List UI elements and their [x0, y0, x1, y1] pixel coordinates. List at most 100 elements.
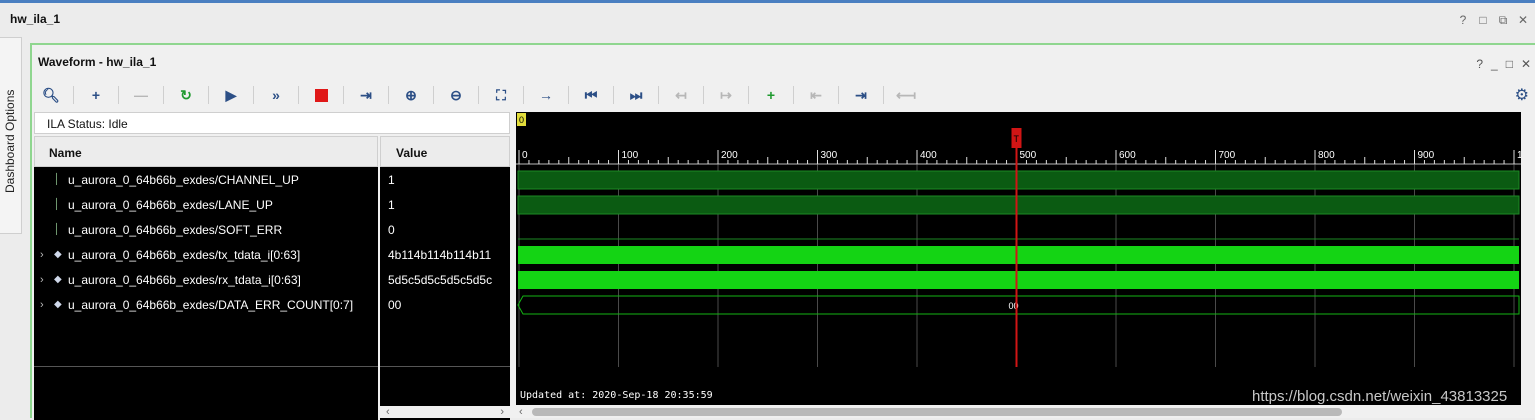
signal-value-row[interactable]: 1: [380, 192, 510, 217]
ruler-label: 600: [1119, 150, 1136, 161]
signal-value-row[interactable]: 1: [380, 167, 510, 192]
waveform-panel-title: Waveform - hw_ila_1: [38, 55, 157, 69]
value-horizontal-scrollbar[interactable]: ‹ ›: [380, 406, 510, 418]
bit-signal-icon: │: [54, 174, 61, 185]
chevron-right-icon[interactable]: ›: [40, 249, 54, 261]
signal-value: 4b114b114b114b11: [388, 247, 492, 262]
signal-name-column: Name │ u_aurora_0_64b66b_exdes/CHANNEL_UP…: [34, 136, 378, 420]
signal-row[interactable]: › ◆ u_aurora_0_64b66b_exdes/DATA_ERR_COUNT…: [34, 292, 378, 317]
zoom-fit-icon[interactable]: ⛶: [488, 84, 514, 106]
restore-icon[interactable]: □: [1477, 13, 1489, 28]
ruler-label: 400: [920, 150, 937, 161]
signal-name: u_aurora_0_64b66b_exdes/LANE_UP: [68, 197, 273, 212]
ruler-label: 100: [622, 150, 639, 161]
go-to-start-icon[interactable]: ⏮: [578, 84, 604, 106]
add-marker-icon[interactable]: +: [758, 84, 784, 106]
bus-signal-icon: ◆: [54, 299, 62, 310]
bus-signal-icon: ◆: [54, 274, 62, 285]
float-icon[interactable]: ⧉: [1497, 13, 1509, 28]
ruler-label: 700: [1219, 150, 1236, 161]
waveform-horizontal-scrollbar[interactable]: ‹: [516, 406, 1521, 418]
waveform-svg[interactable]: 01002003004005006007008009001,0T00: [516, 112, 1521, 405]
bus-waveform: [518, 271, 1519, 289]
name-column-header[interactable]: Name: [34, 136, 378, 167]
start-marker-label: 0: [519, 115, 524, 125]
signal-value-list: 1 1 0 4b114b114b114b11 5d5c5d5c5d5c5d5c 00: [380, 167, 510, 317]
previous-marker-icon[interactable]: ⇤: [803, 84, 829, 106]
ruler-label: 300: [821, 150, 838, 161]
minimize-icon[interactable]: _: [1491, 57, 1498, 71]
panel-controls: ? _ □ ✕: [1476, 57, 1531, 71]
outer-window-titlebar: hw_ila_1 ? □ ⧉ ✕: [0, 0, 1535, 37]
chevron-right-icon[interactable]: ›: [40, 299, 54, 311]
help-icon[interactable]: ?: [1476, 57, 1483, 71]
chevron-right-icon[interactable]: ›: [40, 274, 54, 286]
signal-value: 1: [388, 197, 395, 212]
close-icon[interactable]: ✕: [1517, 13, 1529, 28]
go-to-cursor-icon[interactable]: →: [533, 84, 559, 106]
ruler-label: 1,: [1517, 150, 1521, 161]
close-icon[interactable]: ✕: [1521, 57, 1531, 71]
settings-icon[interactable]: ⚙: [1515, 85, 1529, 105]
outer-window-controls: ? □ ⧉ ✕: [1457, 13, 1529, 28]
run-trigger-icon[interactable]: ▶: [218, 84, 244, 106]
next-marker-icon[interactable]: ⇥: [848, 84, 874, 106]
next-transition-icon[interactable]: ↦: [713, 84, 739, 106]
signal-row[interactable]: │ u_aurora_0_64b66b_exdes/CHANNEL_UP: [34, 167, 378, 192]
help-icon[interactable]: ?: [1457, 13, 1469, 28]
run-immediate-icon[interactable]: »: [263, 84, 289, 106]
export-icon[interactable]: ⇥: [353, 84, 379, 106]
outer-window-title: hw_ila_1: [10, 12, 61, 26]
go-to-end-icon[interactable]: ⏭: [623, 84, 649, 106]
signal-value-row[interactable]: 00: [380, 292, 510, 317]
signal-row[interactable]: › ◆ u_aurora_0_64b66b_exdes/rx_tdata_i[0:6…: [34, 267, 378, 292]
signal-value-row[interactable]: 5d5c5d5c5d5c5d5c: [380, 267, 510, 292]
bit-signal-icon: │: [54, 199, 61, 210]
ruler-label: 900: [1418, 150, 1435, 161]
waveform-vertical-scrollbar[interactable]: [1523, 112, 1535, 405]
signal-value-row[interactable]: 0: [380, 217, 510, 242]
signal-name: u_aurora_0_64b66b_exdes/tx_tdata_i[0:63]: [68, 247, 301, 262]
maximize-icon[interactable]: □: [1506, 57, 1513, 71]
swap-cursors-icon[interactable]: ⟻: [893, 84, 919, 106]
remove-icon[interactable]: —: [128, 84, 154, 106]
scrollbar-thumb[interactable]: [532, 408, 1342, 416]
signal-name: u_aurora_0_64b66b_exdes/CHANNEL_UP: [68, 172, 299, 187]
zoom-out-icon[interactable]: ⊖: [443, 84, 469, 106]
previous-transition-icon[interactable]: ↤: [668, 84, 694, 106]
dashboard-options-tab[interactable]: Dashboard Options: [0, 37, 22, 234]
scroll-left-icon[interactable]: ‹: [386, 406, 390, 418]
signal-value-column: Value 1 1 0 4b114b114b114b11 5d5c5d5c5d5c5d5…: [380, 136, 510, 420]
ruler-label: 0: [522, 150, 528, 161]
watermark: https://blog.csdn.net/weixin_43813325: [1252, 388, 1508, 405]
bit-high-waveform: [517, 170, 1520, 190]
signal-name: u_aurora_0_64b66b_exdes/SOFT_ERR: [68, 222, 283, 237]
bit-signal-icon: │: [54, 224, 61, 235]
signal-value-row[interactable]: 4b114b114b114b11: [380, 242, 510, 267]
signal-name: u_aurora_0_64b66b_exdes/rx_tdata_i[0:63]: [68, 272, 301, 287]
bus-signal-icon: ◆: [54, 249, 62, 260]
zoom-in-icon[interactable]: ⊕: [398, 84, 424, 106]
list-divider: [380, 366, 510, 367]
signal-row[interactable]: › ◆ u_aurora_0_64b66b_exdes/tx_tdata_i[0:6…: [34, 242, 378, 267]
scroll-right-icon[interactable]: ›: [500, 406, 504, 418]
ruler-label: 200: [721, 150, 738, 161]
trigger-marker-label: T: [1014, 134, 1020, 144]
waveform-canvas[interactable]: 01002003004005006007008009001,0T00 Updat…: [516, 112, 1521, 405]
signal-value: 00: [388, 297, 402, 312]
ila-status: ILA Status: Idle: [34, 112, 510, 134]
search-icon[interactable]: 🔍︎: [38, 84, 64, 106]
updated-timestamp: Updated at: 2020-Sep-18 20:35:59: [520, 390, 713, 401]
signal-name: u_aurora_0_64b66b_exdes/DATA_ERR_COUNT[0…: [68, 297, 354, 312]
add-icon[interactable]: +: [83, 84, 109, 106]
signal-row[interactable]: │ u_aurora_0_64b66b_exdes/LANE_UP: [34, 192, 378, 217]
signal-row[interactable]: │ u_aurora_0_64b66b_exdes/SOFT_ERR: [34, 217, 378, 242]
stop-icon[interactable]: [308, 84, 334, 106]
waveform-toolbar: 🔍︎ + — ↻ ▶ » ⇥ ⊕ ⊖ ⛶ → ⏮ ⏭ ↤ ↦ + ⇤ ⇥ ⟻ ⚙: [32, 81, 1535, 109]
refresh-icon[interactable]: ↻: [173, 84, 199, 106]
bit-high-waveform: [517, 195, 1520, 215]
ruler-label: 500: [1020, 150, 1037, 161]
dashboard-options-label: Dashboard Options: [3, 89, 17, 193]
value-column-header[interactable]: Value: [380, 136, 510, 167]
scroll-left-icon[interactable]: ‹: [519, 406, 523, 418]
